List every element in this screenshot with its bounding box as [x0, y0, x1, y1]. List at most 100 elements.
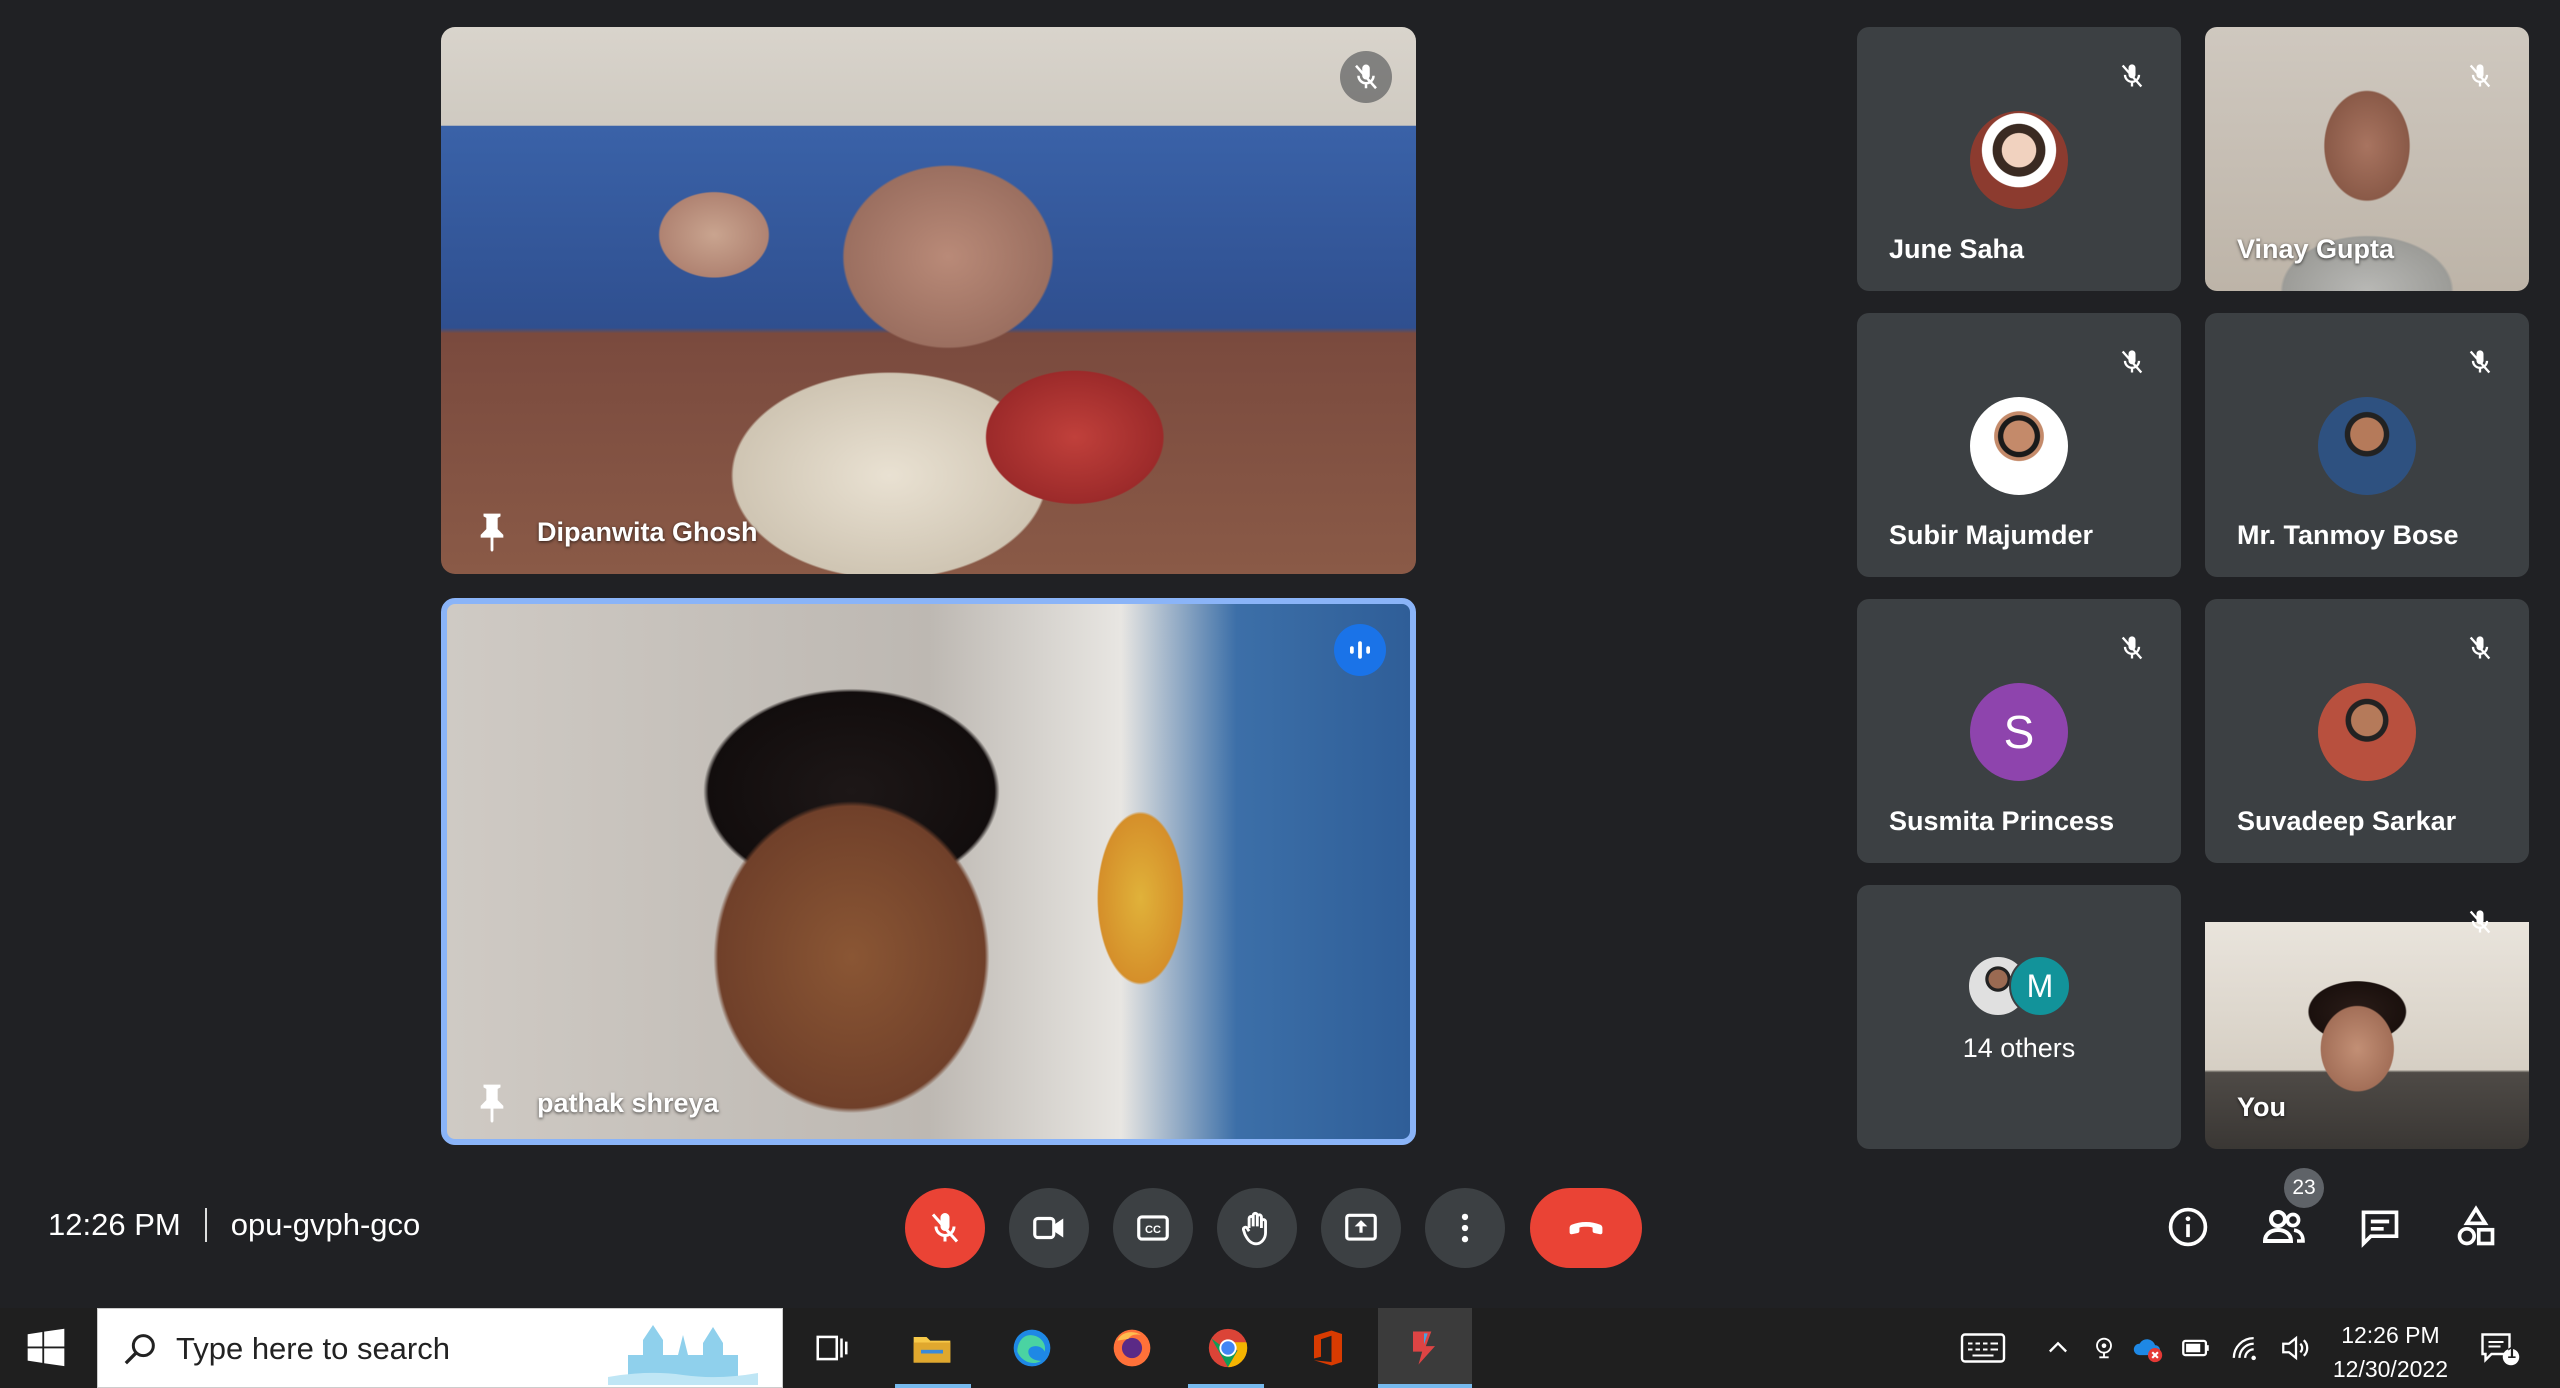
mic-off-icon: [2109, 625, 2155, 671]
task-view-button[interactable]: [806, 1322, 858, 1374]
svg-text:CC: CC: [1145, 1224, 1161, 1236]
activities-icon: [2457, 1205, 2495, 1246]
file-explorer-button[interactable]: [906, 1322, 958, 1374]
active-app-indicator: [895, 1384, 971, 1388]
battery-icon[interactable]: [2178, 1330, 2214, 1366]
leave-call-button[interactable]: [1530, 1188, 1642, 1268]
chat-button[interactable]: [2348, 1195, 2412, 1259]
participant-name: Dipanwita Ghosh: [537, 517, 758, 547]
office-button[interactable]: [1302, 1322, 1354, 1374]
avatar: [2318, 683, 2416, 781]
mic-toggle-button[interactable]: [905, 1188, 985, 1268]
firefox-button[interactable]: [1106, 1322, 1158, 1374]
firefox-icon: [1113, 1329, 1151, 1367]
participants-count-badge: 23: [2284, 1168, 2324, 1208]
meeting-code: opu-gvph-gco: [230, 1207, 421, 1242]
captions-icon: CC: [1137, 1215, 1169, 1241]
chevron-up-icon[interactable]: [2040, 1330, 2076, 1366]
meeting-details-button[interactable]: [2156, 1195, 2220, 1259]
folder-icon: [913, 1337, 951, 1363]
notification-count: 1: [2507, 1345, 2516, 1362]
avatar: [2318, 397, 2416, 495]
participant-tile-subir-majumder[interactable]: Subir Majumder: [1857, 313, 2181, 577]
clock-time: 12:26 PM: [2341, 1322, 2440, 1348]
pin-icon[interactable]: [475, 510, 509, 554]
camera-toggle-button[interactable]: [1009, 1188, 1089, 1268]
taskbar: Type here to search 12:26 PM 12/30/2022 …: [0, 1308, 2560, 1388]
mic-off-icon: [1340, 51, 1392, 103]
participant-tile-suvadeep-sarkar[interactable]: Suvadeep Sarkar: [2205, 599, 2529, 863]
search-icon: [124, 1334, 155, 1365]
info-icon: [2168, 1207, 2208, 1247]
mic-off-icon: [2109, 339, 2155, 385]
self-view-tile[interactable]: You: [2205, 885, 2529, 1149]
app-icon: [1413, 1331, 1435, 1365]
taskbar-clock[interactable]: 12:26 PM 12/30/2022: [2333, 1318, 2448, 1386]
others-avatars: M: [1967, 955, 2071, 1019]
activities-button[interactable]: [2444, 1195, 2508, 1259]
mic-off-icon: [2457, 339, 2503, 385]
volume-icon[interactable]: [2278, 1330, 2314, 1366]
active-app-indicator: [1188, 1384, 1264, 1388]
participant-name: June Saha: [1889, 234, 2025, 264]
people-icon: [2262, 1210, 2305, 1243]
meeting-details: 12:26 PM opu-gvph-gco: [48, 1207, 420, 1243]
wifi-icon[interactable]: [2230, 1330, 2266, 1366]
chrome-button[interactable]: [1202, 1322, 1254, 1374]
participant-tile-dipanwita-ghosh[interactable]: Dipanwita Ghosh: [441, 27, 1416, 574]
avatar: [1970, 397, 2068, 495]
more-options-button[interactable]: [1425, 1188, 1505, 1268]
participant-tile-june-saha[interactable]: June Saha: [1857, 27, 2181, 291]
mic-off-icon: [931, 1213, 959, 1243]
participant-tile-susmita-princess[interactable]: S Susmita Princess: [1857, 599, 2181, 863]
present-icon: [1345, 1213, 1377, 1241]
mic-off-icon: [2109, 53, 2155, 99]
participant-tile-pathak-shreya[interactable]: pathak shreya: [441, 598, 1416, 1145]
notification-center-icon[interactable]: 1: [2476, 1330, 2522, 1366]
call-end-icon: [1569, 1222, 1603, 1235]
participant-name: Suvadeep Sarkar: [2237, 806, 2457, 836]
mic-off-icon: [2457, 899, 2503, 945]
more-vert-icon: [1461, 1213, 1469, 1243]
chrome-icon: [1208, 1328, 1248, 1368]
taskbar-search-box[interactable]: Type here to search: [97, 1308, 783, 1388]
active-app-indicator: [1378, 1384, 1472, 1388]
speaking-indicator-icon: [1334, 624, 1386, 676]
avatar: M: [2009, 955, 2071, 1017]
app-button[interactable]: [1398, 1322, 1450, 1374]
participant-name: Mr. Tanmoy Bose: [2237, 520, 2459, 550]
raise-hand-button[interactable]: [1217, 1188, 1297, 1268]
others-count-label: 14 others: [1962, 1033, 2076, 1063]
edge-button[interactable]: [1006, 1322, 1058, 1374]
office-icon: [1314, 1330, 1342, 1366]
avatar: [1970, 111, 2068, 209]
search-placeholder: Type here to search: [176, 1331, 450, 1366]
chat-icon: [2361, 1210, 2399, 1248]
camera-icon: [1033, 1216, 1064, 1240]
task-view-icon: [816, 1335, 848, 1361]
avatar: S: [1970, 683, 2068, 781]
windows-start-button[interactable]: [24, 1326, 70, 1372]
participant-tile-vinay-gupta[interactable]: Vinay Gupta: [2205, 27, 2529, 291]
windows-icon: [27, 1328, 65, 1367]
pin-icon[interactable]: [475, 1081, 509, 1125]
mic-off-icon: [2457, 53, 2503, 99]
meeting-stage: Dipanwita Ghosh pathak shreya June Saha …: [0, 0, 2560, 1308]
participant-name: Subir Majumder: [1889, 520, 2094, 550]
participant-name: Susmita Princess: [1889, 806, 2115, 836]
edge-icon: [1013, 1329, 1051, 1367]
mic-off-icon: [2457, 625, 2503, 671]
participant-name: pathak shreya: [537, 1088, 719, 1118]
clock-date: 12/30/2022: [2332, 1356, 2448, 1382]
divider: [204, 1208, 207, 1242]
onedrive-error-icon[interactable]: [2130, 1330, 2166, 1366]
present-screen-button[interactable]: [1321, 1188, 1401, 1268]
keyboard-icon[interactable]: [1958, 1330, 2008, 1366]
participant-name: You: [2237, 1092, 2286, 1122]
hand-icon: [1241, 1211, 1267, 1246]
participant-tile-tanmoy-bose[interactable]: Mr. Tanmoy Bose: [2205, 313, 2529, 577]
webcam-icon[interactable]: [2086, 1330, 2122, 1366]
others-tile[interactable]: M 14 others: [1857, 885, 2181, 1149]
captions-button[interactable]: CC: [1113, 1188, 1193, 1268]
meeting-time: 12:26 PM: [48, 1207, 181, 1242]
